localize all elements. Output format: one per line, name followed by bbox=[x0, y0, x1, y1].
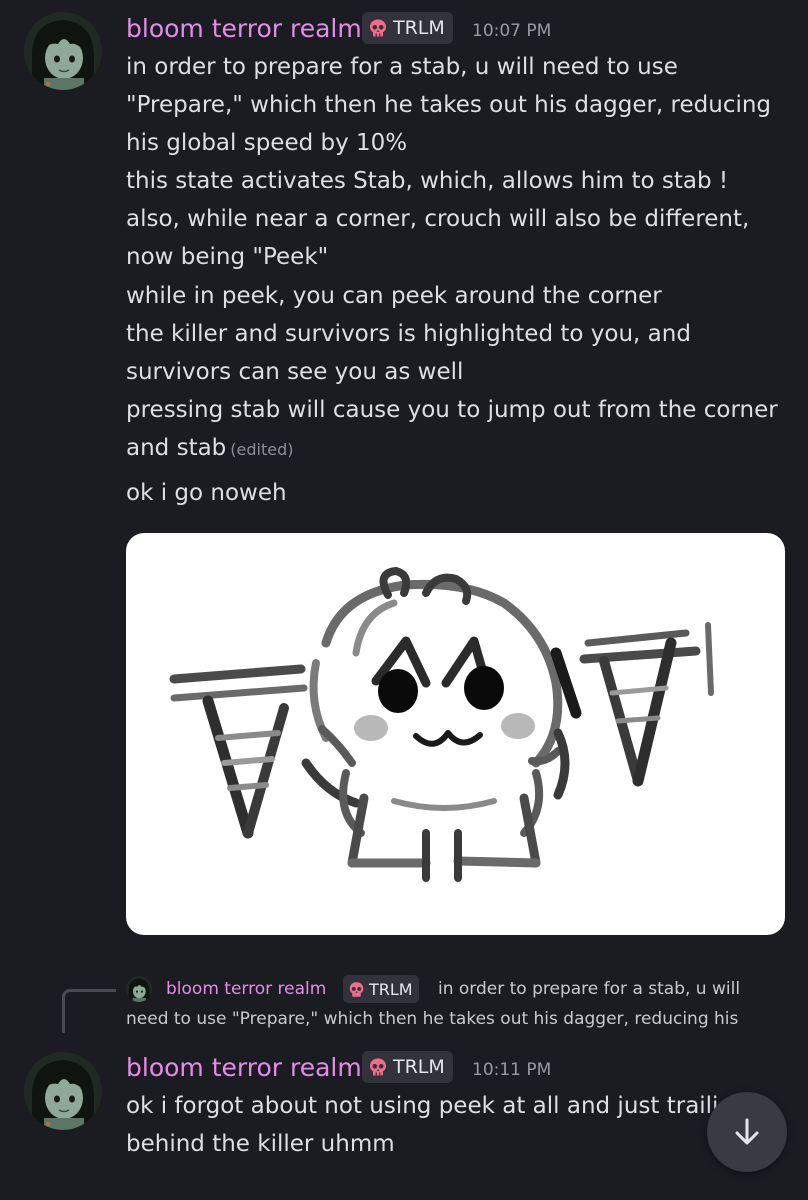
message-line: pressing stab will cause you to jump out… bbox=[126, 397, 778, 423]
reply-username[interactable]: bloom terror realm bbox=[166, 976, 326, 1002]
user-avatar[interactable] bbox=[24, 1052, 102, 1130]
message-line: "Prepare," which then he takes out his d… bbox=[126, 92, 772, 118]
message-timestamp: 10:11 PM bbox=[472, 1060, 552, 1080]
username[interactable]: bloom terror realm bbox=[126, 1052, 362, 1084]
skull-icon bbox=[348, 981, 365, 998]
edited-label: (edited) bbox=[230, 440, 294, 459]
message-line: while in peek, you can peek around the c… bbox=[126, 283, 662, 309]
message-line-last: and stab (edited) bbox=[126, 429, 293, 469]
server-tag-label: TRLM bbox=[393, 1056, 445, 1078]
message-line: behind the killer uhmm bbox=[126, 1131, 395, 1157]
message-text: and stab bbox=[126, 435, 227, 461]
skull-icon bbox=[368, 1057, 388, 1077]
reply-preview-line[interactable]: in order to prepare for a stab, u will bbox=[438, 974, 740, 1004]
message-line: also, while near a corner, crouch will a… bbox=[126, 206, 750, 232]
followup-message: ok i go noweh bbox=[126, 480, 287, 506]
message-line: his global speed by 10% bbox=[126, 130, 408, 156]
reply-preview-line[interactable]: need to use "Prepare," which then he tak… bbox=[126, 1004, 738, 1034]
user-avatar[interactable] bbox=[24, 12, 102, 90]
username[interactable]: bloom terror realm bbox=[126, 13, 362, 45]
message-line: the killer and survivors is highlighted … bbox=[126, 321, 691, 347]
reply-server-tag-label: TRLM bbox=[369, 979, 413, 999]
sticker-image bbox=[169, 567, 714, 882]
message-line: this state activates Stab, which, allows… bbox=[126, 168, 729, 194]
reply-connector bbox=[62, 989, 116, 1033]
reply-avatar[interactable] bbox=[126, 976, 152, 1002]
reply-avatar-image bbox=[126, 976, 152, 1002]
server-tag[interactable]: TRLM bbox=[362, 1051, 453, 1083]
reply-server-tag[interactable]: TRLM bbox=[343, 975, 419, 1003]
message-timestamp: 10:07 PM bbox=[472, 21, 552, 41]
message-line: now being "Peek" bbox=[126, 244, 329, 270]
server-tag-label: TRLM bbox=[393, 17, 445, 39]
avatar-image bbox=[24, 12, 102, 90]
arrow-down-icon bbox=[735, 1118, 759, 1145]
message-line: survivors can see you as well bbox=[126, 359, 464, 385]
chat-view: bloom terror realm TRLM 10:07 PM in orde… bbox=[0, 0, 808, 1200]
jump-to-bottom-button[interactable] bbox=[707, 1092, 787, 1172]
message-line: in order to prepare for a stab, u will n… bbox=[126, 54, 678, 80]
message-line: ok i forgot about not using peek at all … bbox=[126, 1093, 719, 1119]
avatar-image bbox=[24, 1052, 102, 1130]
server-tag[interactable]: TRLM bbox=[362, 12, 453, 44]
image-attachment[interactable] bbox=[126, 533, 785, 935]
skull-icon bbox=[368, 18, 388, 38]
